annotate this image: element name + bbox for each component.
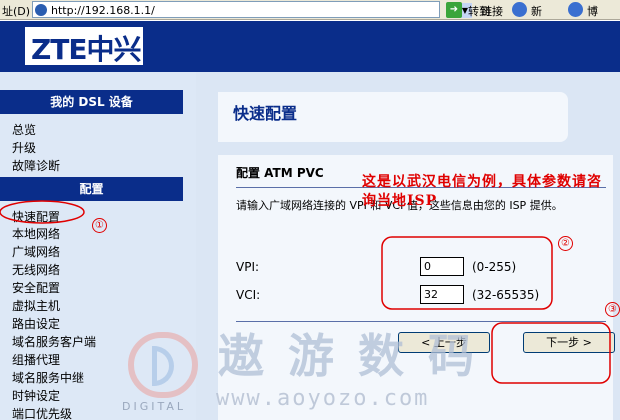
- prev-button[interactable]: < 上一步: [398, 332, 490, 353]
- divider: [236, 321, 606, 322]
- vci-label: VCI:: [236, 288, 261, 302]
- vci-input[interactable]: [420, 285, 464, 304]
- sidebar: 我的 DSL 设备 总览 升级 故障诊断 配置 快速配置 本地网络 广域网络 无…: [0, 72, 196, 420]
- sidebar-item-diagnostics[interactable]: 故障诊断: [12, 157, 60, 174]
- pvc-form: 配置 ATM PVC 请输入广域网络连接的 VPI 和 VCI 值，这些信息由您…: [218, 155, 615, 420]
- address-field[interactable]: http://192.168.1.1/ ▼: [32, 1, 472, 18]
- section-label: 配置 ATM PVC: [236, 166, 324, 180]
- sidebar-item-quick-config[interactable]: 快速配置: [12, 208, 60, 225]
- next-button[interactable]: 下一步 >: [523, 332, 615, 353]
- sidebar-item-security[interactable]: 安全配置: [12, 279, 60, 296]
- go-arrow-icon: ➜: [446, 2, 462, 18]
- sidebar-item-wan[interactable]: 广域网络: [12, 243, 60, 260]
- ie-page-icon: [35, 4, 47, 16]
- links-label[interactable]: 链接: [481, 3, 503, 19]
- page-header: ZTE中兴: [0, 21, 620, 72]
- sidebar-item-dns-relay[interactable]: 域名服务中继: [12, 369, 84, 386]
- sidebar-item-clock[interactable]: 时钟设定: [12, 387, 60, 404]
- page-title: 快速配置: [233, 104, 298, 123]
- vpi-input[interactable]: [420, 257, 464, 276]
- address-label: 址(D): [2, 5, 31, 18]
- ie-page-icon: [568, 2, 583, 17]
- sidebar-item-dns-client[interactable]: 域名服务客户端: [12, 333, 96, 350]
- instructions: 请输入广域网络连接的 VPI 和 VCI 值，这些信息由您的 ISP 提供。: [236, 199, 563, 212]
- divider: [236, 187, 606, 188]
- address-url: http://192.168.1.1/: [51, 4, 155, 17]
- zte-logo: ZTE中兴: [25, 27, 143, 66]
- sidebar-item-overview[interactable]: 总览: [12, 121, 36, 138]
- address-bar: 址(D) http://192.168.1.1/ ▼ ➜ 转到 链接 新浪 博: [0, 0, 620, 34]
- main-content: 快速配置 配置 ATM PVC 请输入广域网络连接的 VPI 和 VCI 值，这…: [196, 72, 620, 420]
- sidebar-head-config: 配置: [0, 177, 183, 201]
- sidebar-item-upgrade[interactable]: 升级: [12, 139, 36, 156]
- vpi-range: (0-255): [472, 260, 517, 274]
- sidebar-head-dsl: 我的 DSL 设备: [0, 90, 183, 114]
- logo-text: ZTE中兴: [31, 33, 142, 66]
- ie-page-icon: [512, 2, 527, 17]
- link-blog-label: 博: [587, 5, 598, 18]
- sidebar-item-virtual-host[interactable]: 虚拟主机: [12, 297, 60, 314]
- vpi-label: VPI:: [236, 260, 260, 274]
- sidebar-item-multicast-proxy[interactable]: 组播代理: [12, 351, 60, 368]
- title-panel: 快速配置: [218, 92, 568, 142]
- sidebar-item-lan[interactable]: 本地网络: [12, 225, 60, 242]
- sidebar-item-port-priority[interactable]: 端口优先级: [12, 405, 72, 420]
- vci-range: (32-65535): [472, 288, 540, 302]
- sidebar-item-wireless[interactable]: 无线网络: [12, 261, 60, 278]
- sidebar-item-routing[interactable]: 路由设定: [12, 315, 60, 332]
